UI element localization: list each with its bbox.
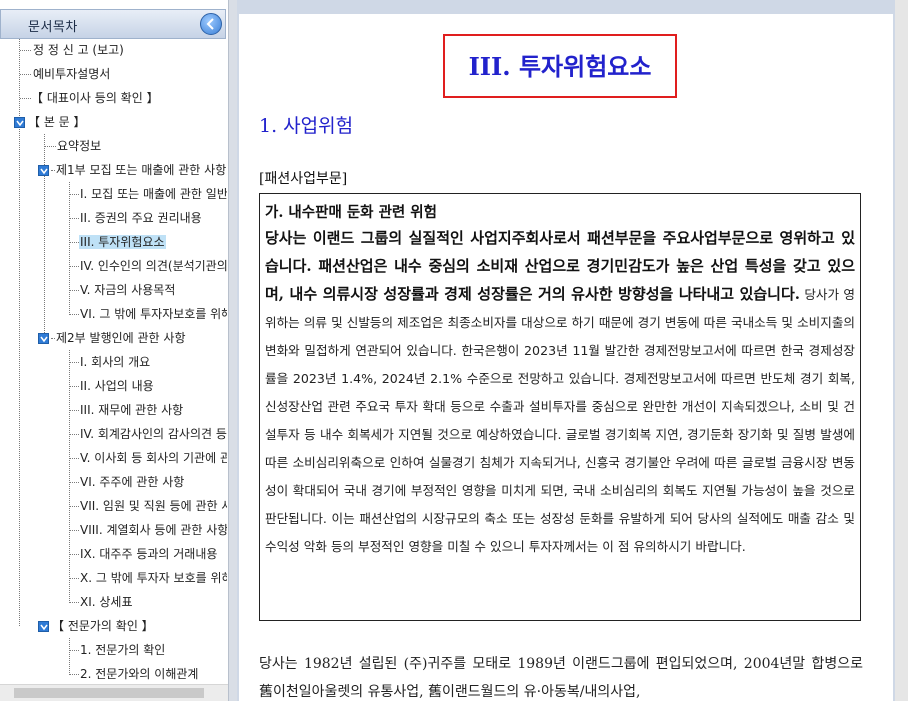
toc-item-p2-4[interactable]: IV. 회계감사인의 감사의견 등 — [70, 423, 227, 445]
toc-item-p2-8[interactable]: VIII. 계열회사 등에 관한 사항 — [70, 519, 227, 541]
sidebar-horizontal-scrollbar[interactable] — [0, 684, 228, 701]
pane-splitter[interactable] — [228, 0, 237, 701]
collapse-toggle-icon[interactable] — [38, 333, 49, 344]
toc-header: 문서목차 — [0, 9, 226, 39]
collapse-sidebar-button[interactable] — [200, 13, 222, 35]
risk-bold-text: 당사는 이랜드 그룹의 실질적인 사업지주회사로서 패션부문을 주요사업부문으로… — [265, 229, 855, 303]
risk-heading: 가. 내수판매 둔화 관련 위험 — [265, 204, 437, 221]
toc-item-preliminary-prospectus[interactable]: 예비투자설명서 — [20, 63, 111, 85]
risk-paragraph: 당사는 이랜드 그룹의 실질적인 사업지주회사로서 패션부문을 주요사업부문으로… — [265, 224, 855, 560]
toc-item-p2-7[interactable]: VII. 임원 및 직원 등에 관한 사항 — [70, 495, 227, 517]
toc-item-ceo-confirmation[interactable]: 【 대표이사 등의 확인 】 — [20, 87, 160, 109]
scrollbar-thumb[interactable] — [14, 688, 204, 698]
toc-item-p2-1[interactable]: I. 회사의 개요 — [70, 351, 227, 373]
collapse-toggle-icon[interactable] — [14, 117, 25, 128]
company-history-paragraph: 당사는 1982년 설립된 (주)귀주를 모태로 1989년 이랜드그룹에 편입… — [259, 656, 863, 700]
toc-item-p2-11[interactable]: XI. 상세표 — [70, 591, 227, 613]
risk-box: 가. 내수판매 둔화 관련 위험 당사는 이랜드 그룹의 실질적인 사업지주회사… — [259, 193, 861, 621]
toc-item-summary[interactable]: 요약정보 — [45, 135, 102, 157]
toc-item-part2[interactable]: 제2부 발행인에 관한 사항 — [51, 327, 227, 349]
toc-item-p2-10[interactable]: X. 그 밖에 투자자 보호를 위하여 필요한 사항 — [70, 567, 227, 589]
toc-item-p1-3-selected[interactable]: III. 투자위험요소 — [70, 231, 227, 253]
toc-item-expert-confirmation[interactable]: 【 전문가의 확인 】 — [51, 615, 155, 637]
toc-item-p2-2[interactable]: II. 사업의 내용 — [70, 375, 227, 397]
toc-item-p1-5[interactable]: V. 자금의 사용목적 — [70, 279, 227, 301]
section-title: III. 투자위험요소 — [468, 52, 652, 81]
toc-item-p1-6[interactable]: VI. 그 밖에 투자자보호를 위해 필요한 사항 — [70, 303, 227, 325]
toc-item-expert-1[interactable]: 1. 전문가의 확인 — [70, 639, 227, 661]
toc-item-p1-2[interactable]: II. 증권의 주요 권리내용 — [70, 207, 227, 229]
toc-item-p1-4[interactable]: IV. 인수인의 의견(분석기관의 평가의견) — [70, 255, 227, 277]
toc-item-p2-3[interactable]: III. 재무에 관한 사항 — [70, 399, 227, 421]
category-label: [패션사업부문] — [259, 171, 348, 187]
document-page: III. 투자위험요소 1. 사업위험 [패션사업부문] 가. 내수판매 둔화 … — [239, 14, 893, 701]
toc-item-main-body[interactable]: 【 본 문 】 — [27, 111, 87, 133]
toc-item-correction-report[interactable]: 정 정 신 고 (보고) — [20, 39, 125, 61]
document-vertical-scrollbar[interactable] — [895, 0, 908, 701]
sub-heading: 1. 사업위험 — [259, 115, 354, 137]
collapse-toggle-icon[interactable] — [38, 621, 49, 632]
collapse-toggle-icon[interactable] — [38, 165, 49, 176]
toc-item-p2-5[interactable]: V. 이사회 등 회사의 기관에 관한 사항 — [70, 447, 227, 469]
toc-item-p2-9[interactable]: IX. 대주주 등과의 거래내용 — [70, 543, 227, 565]
toc-item-expert-2[interactable]: 2. 전문가와의 이해관계 — [70, 663, 227, 685]
risk-normal-text: 당사가 영위하는 의류 및 신발등의 제조업은 최종소비자를 대상으로 하기 때… — [265, 287, 855, 554]
toc-item-p1-1[interactable]: I. 모집 또는 매출에 관한 일반사항 — [70, 183, 227, 205]
section-title-highlight-box: III. 투자위험요소 — [443, 34, 677, 98]
toc-item-p2-6[interactable]: VI. 주주에 관한 사항 — [70, 471, 227, 493]
toc-tree: 정 정 신 고 (보고) 예비투자설명서 【 대표이사 등의 확인 】 【 본 … — [0, 39, 228, 701]
chevron-left-icon — [206, 18, 214, 30]
document-viewer: III. 투자위험요소 1. 사업위험 [패션사업부문] 가. 내수판매 둔화 … — [237, 0, 908, 701]
toc-title: 문서목차 — [28, 20, 78, 35]
toc-item-part1[interactable]: 제1부 모집 또는 매출에 관한 사항 — [51, 159, 227, 181]
toc-sidebar: 문서목차 정 정 신 고 (보고) 예비투자설명서 【 대표이사 등의 확인 】 — [0, 0, 233, 701]
